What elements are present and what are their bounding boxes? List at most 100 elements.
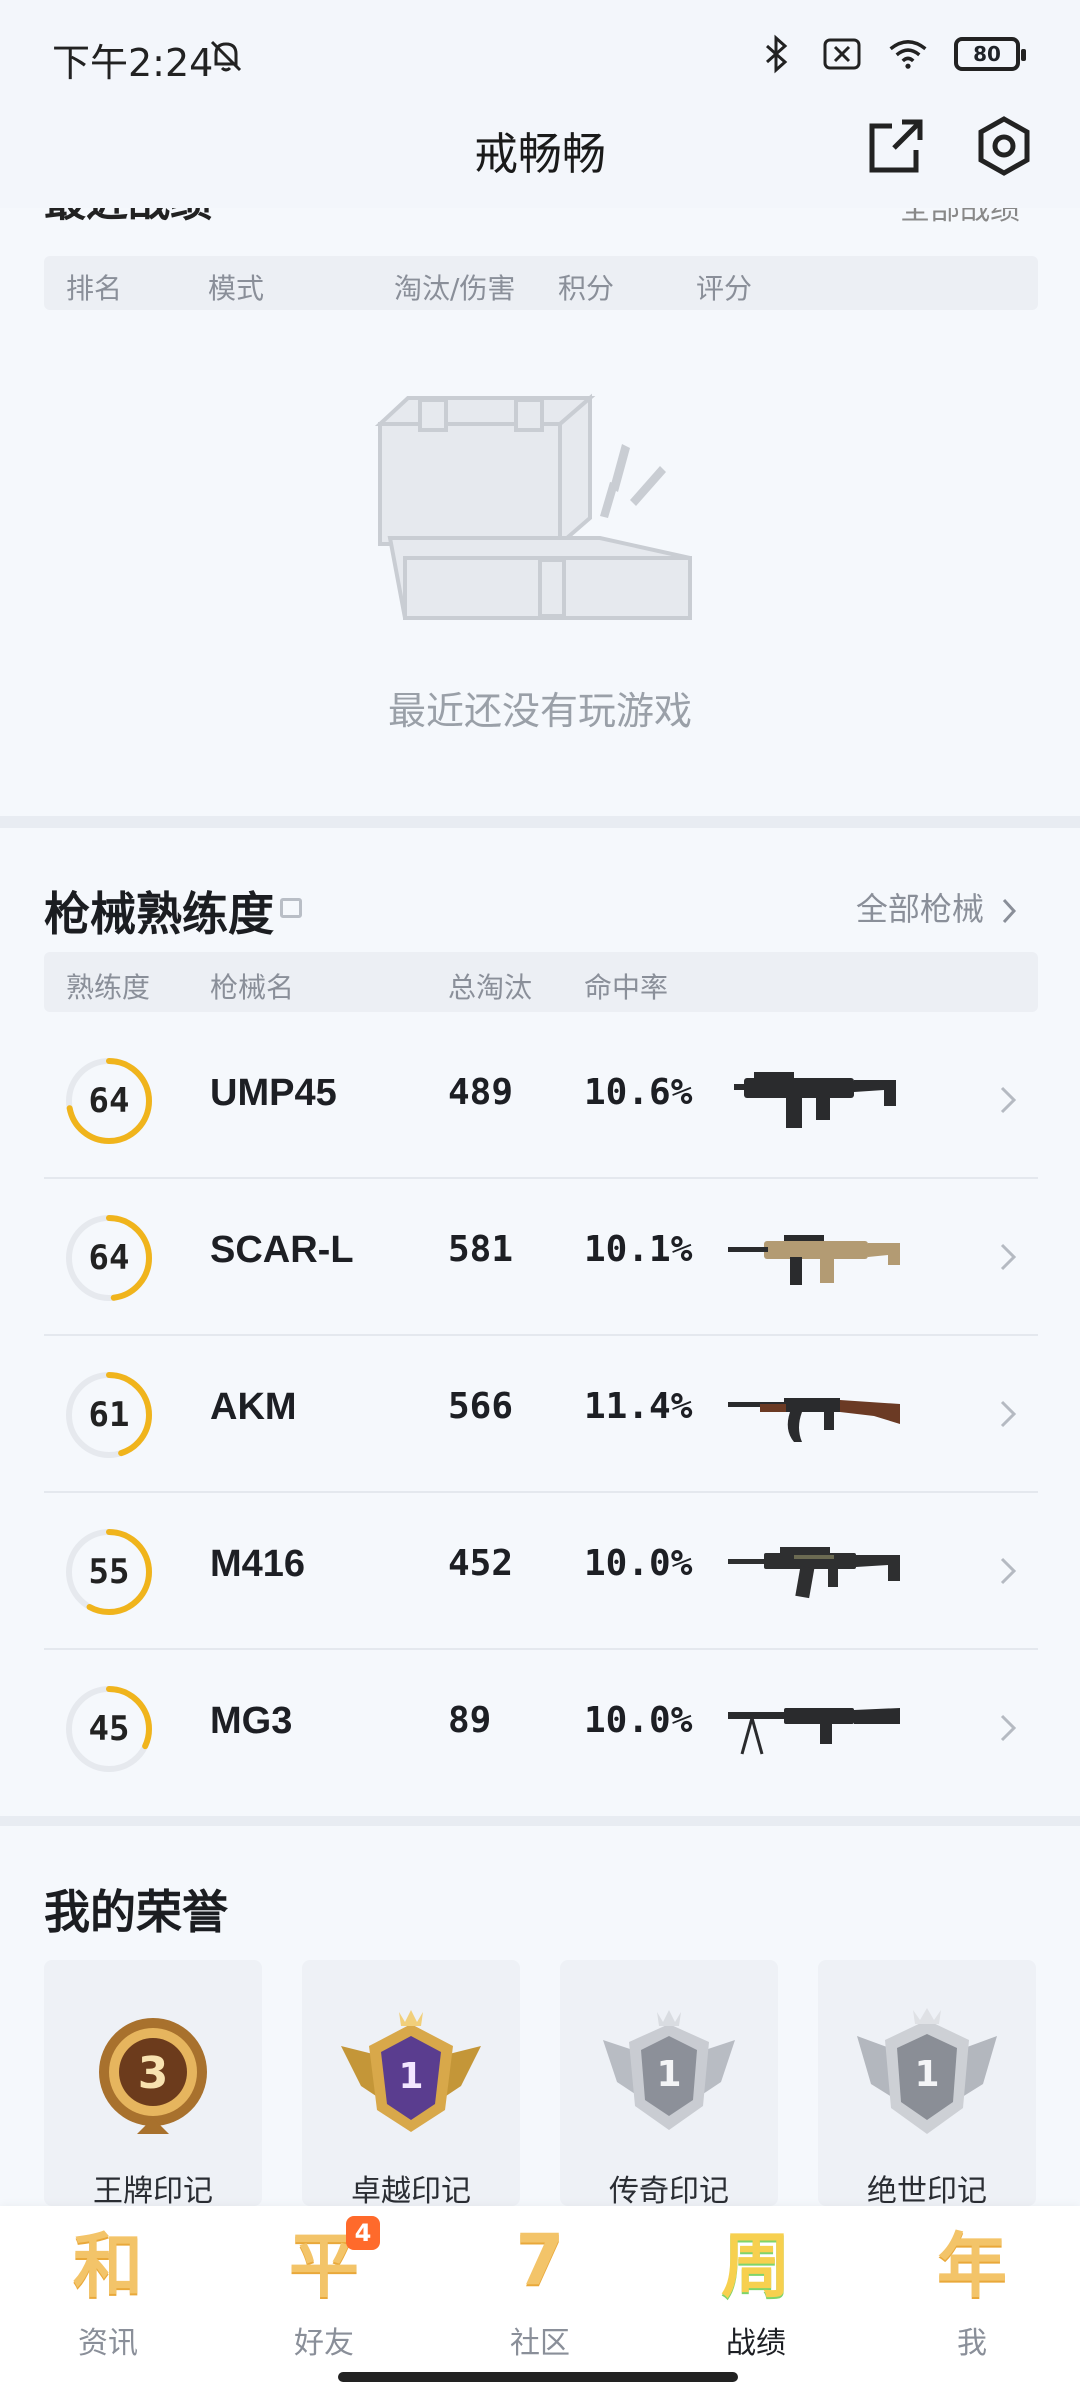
col-accuracy: 命中率 xyxy=(584,971,669,1004)
svg-text:1: 1 xyxy=(656,2054,681,2095)
weapon-row-mg3[interactable]: 45 MG3 89 10.0% xyxy=(44,1650,1038,1807)
share-button[interactable] xyxy=(860,110,932,182)
mg3-gun-image xyxy=(728,1708,900,1755)
bottom-navigation: 和 资讯 平 4 好友 7 社区 周 战绩 年 我 xyxy=(0,2206,1080,2400)
home-indicator[interactable] xyxy=(338,2372,738,2382)
col-weapon-name: 枪械名 xyxy=(210,971,295,1004)
wifi-icon xyxy=(888,34,928,74)
mute-icon xyxy=(206,36,246,76)
weapon-name: M416 xyxy=(210,1543,306,1585)
notification-badge: 4 xyxy=(346,2216,380,2250)
chevron-right-icon xyxy=(1000,1400,1017,1428)
recent-matches-section: 最近战绩 全部战绩 排名 模式 淘汰/伤害 积分 评分 最近还没有玩游戏 xyxy=(0,208,1080,816)
honor-label: 传奇印记 xyxy=(609,2174,729,2206)
scar-l-gun-image xyxy=(728,1235,900,1285)
nav-label: 资讯 xyxy=(78,2326,138,2361)
nav-label: 好友 xyxy=(294,2326,354,2361)
honors-section: 我的荣誉 3 王牌印记 1 卓越印记 1 传奇印记 1 绝世印记 xyxy=(0,1826,1080,2206)
status-time: 下午2:24 xyxy=(52,41,214,85)
nav-item-friends[interactable]: 平 4 好友 xyxy=(234,2216,414,2370)
weapon-kills: 566 xyxy=(448,1386,514,1427)
share-icon xyxy=(869,119,923,173)
svg-text:1: 1 xyxy=(398,2056,423,2097)
akm-gun-image xyxy=(728,1398,900,1442)
bluetooth-icon xyxy=(756,34,796,74)
weapon-name: UMP45 xyxy=(210,1072,337,1114)
chevron-right-icon xyxy=(1000,1243,1017,1271)
nav-label: 社区 xyxy=(510,2326,570,2361)
chevron-right-icon xyxy=(1000,1086,1017,1114)
status-bar: 下午2:24 80 xyxy=(0,0,1080,110)
chevron-right-icon xyxy=(1002,898,1017,924)
col-proficiency: 熟练度 xyxy=(66,971,151,1004)
m416-gun-image xyxy=(728,1547,900,1599)
recent-all-link[interactable]: 全部战绩 xyxy=(900,208,1020,228)
nav-item-community[interactable]: 7 社区 xyxy=(450,2219,630,2370)
weapon-row-m416[interactable]: 55 M416 452 10.0% xyxy=(44,1493,1038,1650)
weapon-row-akm[interactable]: 61 AKM 566 11.4% xyxy=(44,1336,1038,1493)
proficiency-level: 64 xyxy=(88,1081,130,1121)
proficiency-level: 64 xyxy=(88,1238,130,1278)
col-mode: 模式 xyxy=(208,272,265,305)
weapon-kills: 581 xyxy=(448,1229,514,1270)
legend-badge-icon: 1 xyxy=(603,2010,735,2130)
news-tab-icon: 和 xyxy=(73,2224,143,2307)
weapon-row-ump45[interactable]: 64 UMP45 489 10.6% xyxy=(44,1022,1038,1179)
peerless-badge-icon: 1 xyxy=(857,2008,997,2134)
lock-icon xyxy=(280,898,302,918)
chevron-right-icon xyxy=(1000,1557,1017,1585)
col-total-kills: 总淘汰 xyxy=(448,971,533,1004)
all-weapons-link[interactable]: 全部枪械 xyxy=(856,884,1020,930)
battery-indicator: 80 xyxy=(954,37,1026,71)
honor-label: 王牌印记 xyxy=(93,2174,213,2206)
weapon-accuracy: 11.4% xyxy=(584,1386,693,1427)
stats-tab-icon: 周 xyxy=(721,2224,791,2307)
weapon-accuracy: 10.0% xyxy=(584,1543,693,1584)
me-tab-icon: 年 xyxy=(937,2224,1007,2307)
weapon-section-title: 枪械熟练度 xyxy=(44,887,274,941)
svg-text:3: 3 xyxy=(138,2048,169,2099)
honors-title: 我的荣誉 xyxy=(44,1885,228,1939)
honor-label: 卓越印记 xyxy=(351,2174,471,2206)
all-weapons-label: 全部枪械 xyxy=(855,890,984,928)
nav-item-news[interactable]: 和 资讯 xyxy=(18,2220,198,2370)
weapon-accuracy: 10.0% xyxy=(584,1700,693,1741)
svg-text:1: 1 xyxy=(914,2054,939,2095)
honor-card-peerless[interactable]: 1 绝世印记 xyxy=(818,1960,1036,2206)
weapon-name: AKM xyxy=(210,1386,297,1428)
honor-card-excellence[interactable]: 1 卓越印记 xyxy=(302,1960,520,2206)
nav-label: 战绩 xyxy=(726,2326,786,2361)
ump45-gun-image xyxy=(734,1072,896,1128)
nav-label: 我 xyxy=(957,2326,987,2361)
community-tab-icon: 7 xyxy=(515,2219,565,2301)
ace-badge-icon: 3 xyxy=(99,2018,207,2134)
weapon-accuracy: 10.1% xyxy=(584,1229,693,1270)
honor-card-ace[interactable]: 3 王牌印记 xyxy=(44,1960,262,2206)
weapon-name: MG3 xyxy=(210,1700,293,1742)
weapon-name: SCAR-L xyxy=(210,1229,354,1271)
recent-table-header: 排名 模式 淘汰/伤害 积分 评分 xyxy=(44,256,1038,310)
col-kills-damage: 淘汰/伤害 xyxy=(394,272,516,305)
empty-state-text: 最近还没有玩游戏 xyxy=(387,689,692,733)
weapon-accuracy: 10.6% xyxy=(584,1072,693,1113)
weapon-kills: 452 xyxy=(448,1543,514,1584)
proficiency-level: 45 xyxy=(88,1709,130,1749)
weapon-kills: 489 xyxy=(448,1072,514,1113)
weapon-table-header: 熟练度 枪械名 总淘汰 命中率 xyxy=(44,952,1038,1012)
nav-item-me[interactable]: 年 我 xyxy=(882,2220,1062,2370)
app-header: 戒畅畅 xyxy=(0,100,1080,210)
settings-button[interactable] xyxy=(968,110,1040,182)
weapon-row-scar-l[interactable]: 64 SCAR-L 581 10.1% xyxy=(44,1179,1038,1336)
proficiency-level: 55 xyxy=(88,1552,130,1592)
settings-icon xyxy=(978,116,1030,176)
honor-card-legend[interactable]: 1 传奇印记 xyxy=(560,1960,778,2206)
nav-item-stats[interactable]: 周 战绩 xyxy=(666,2220,846,2370)
col-rank: 排名 xyxy=(66,272,123,305)
weapon-proficiency-section: 枪械熟练度 全部枪械 熟练度 枪械名 总淘汰 命中率 64 UMP45 489 … xyxy=(0,828,1080,1816)
proficiency-level: 61 xyxy=(88,1395,130,1435)
honor-label: 绝世印记 xyxy=(867,2174,987,2206)
chevron-right-icon xyxy=(1000,1714,1017,1742)
empty-box-icon xyxy=(374,393,692,621)
section-divider xyxy=(0,816,1080,828)
excellence-badge-icon: 1 xyxy=(341,2010,481,2132)
